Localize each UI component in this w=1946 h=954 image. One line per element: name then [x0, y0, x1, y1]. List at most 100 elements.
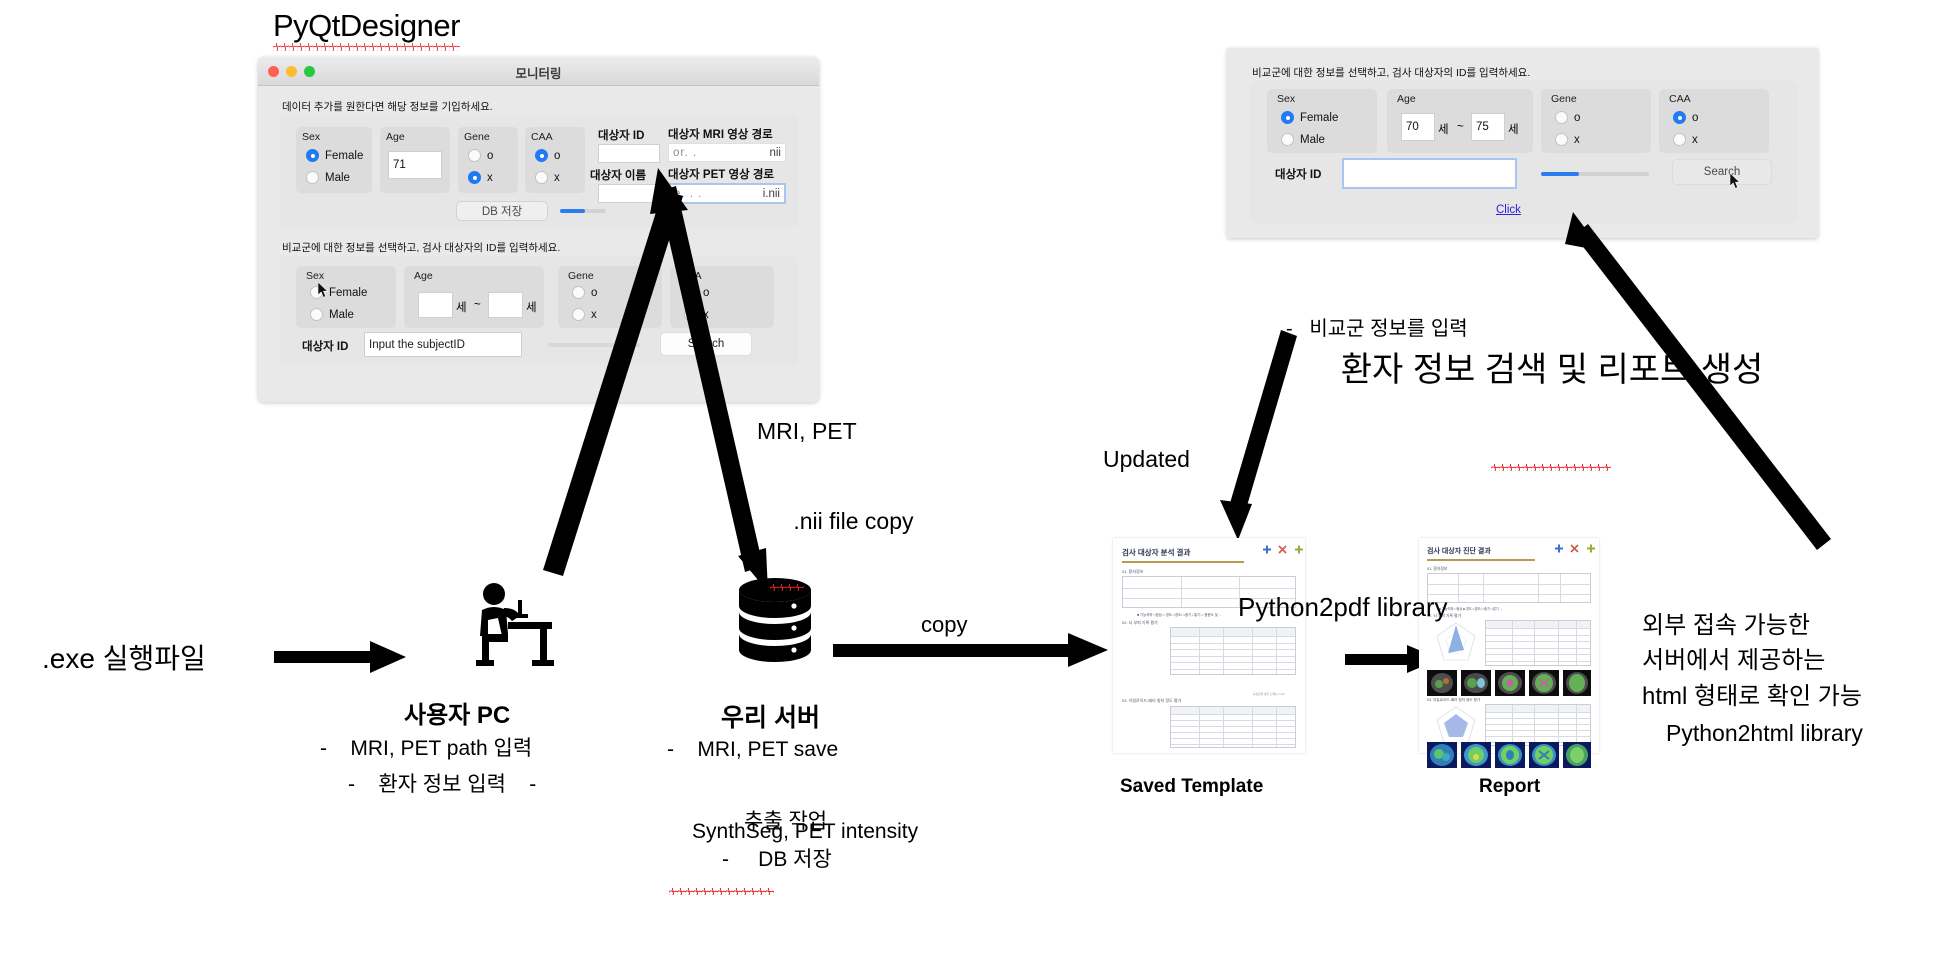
- section1-mri-path-label: 대상자 MRI 영상 경로: [668, 129, 773, 141]
- section2-age-to-input[interactable]: [488, 292, 523, 318]
- section2-gene-o-radio[interactable]: o: [572, 286, 597, 299]
- search-progress-slider[interactable]: [1541, 172, 1649, 176]
- progress-fill: [560, 209, 586, 213]
- arrow-server-to-template: [833, 633, 1108, 667]
- window-titlebar: 모니터링: [258, 57, 819, 86]
- section1-mri-path-input[interactable]: or. . nii: [668, 143, 786, 162]
- report-section-3: 03. 아밀로이드-베타 침착 정도 평가: [1427, 698, 1481, 702]
- search-age-to-input[interactable]: 75: [1471, 113, 1505, 141]
- db-save-label: DB 저장: [481, 206, 523, 218]
- pet-brain-slices: [1427, 742, 1591, 768]
- section1-subject-id-input[interactable]: [598, 144, 660, 163]
- section1-gene-x-radio[interactable]: x: [468, 171, 493, 184]
- radio-icon: [535, 171, 548, 184]
- click-link[interactable]: Click: [1496, 204, 1521, 216]
- search-button[interactable]: Search: [1672, 159, 1772, 185]
- user-pc-line-1: - MRI, PET path 입력: [320, 737, 533, 760]
- section2-caa-o-radio[interactable]: o: [684, 286, 709, 299]
- section2-search-button[interactable]: Search: [660, 332, 752, 356]
- radio-label: Male: [329, 308, 354, 321]
- age-range-separator: ~: [1457, 121, 1464, 133]
- radio-label: x: [703, 308, 709, 321]
- right-section-title-text: 환자 정보 검색 및 리포트 생성: [1340, 351, 1764, 389]
- section2-sex-label: Sex: [306, 270, 325, 282]
- external-note-line-1: 외부 접속 가능한: [1642, 612, 1810, 639]
- section1-age-input[interactable]: 71: [388, 151, 442, 179]
- section1-subject-name-input[interactable]: [598, 184, 660, 203]
- radar-chart-volume: [1436, 622, 1476, 661]
- radio-icon: [1673, 111, 1686, 124]
- section2-caa-label: CAA: [680, 270, 702, 282]
- pet-path-value: e. . .: [674, 187, 703, 200]
- section1-caa-o-radio[interactable]: o: [535, 149, 560, 162]
- radio-icon: [306, 149, 319, 162]
- section2-progress-slider[interactable]: [548, 343, 640, 347]
- section2-age-from-input[interactable]: [418, 292, 453, 318]
- section2-caa-x-radio[interactable]: x: [684, 308, 709, 321]
- title-rule: [1122, 561, 1244, 563]
- search-gene-x-radio[interactable]: x: [1555, 133, 1580, 146]
- progress-fill: [1541, 172, 1579, 176]
- radio-icon: [684, 308, 697, 321]
- right-section-bullet: - 비교군 정보를 입력: [1286, 318, 1468, 340]
- nii-copy-line-1: MRI, PET: [757, 418, 857, 444]
- db-save-button[interactable]: DB 저장: [456, 201, 548, 221]
- search-caa-o-radio[interactable]: o: [1673, 111, 1698, 124]
- radio-icon: [535, 149, 548, 162]
- pyqt-designer-heading: PyQtDesigner: [273, 8, 460, 51]
- server-line-1: - MRI, PET save: [667, 738, 839, 761]
- spellcheck-squiggle-icon: [769, 584, 804, 591]
- search-window-hint: 비교군에 대한 정보를 선택하고, 검사 대상자의 ID를 입력하세요.: [1252, 67, 1531, 79]
- search-window: 비교군에 대한 정보를 선택하고, 검사 대상자의 ID를 입력하세요. Sex…: [1227, 48, 1818, 238]
- spellcheck-squiggle-icon: [668, 888, 774, 895]
- search-sex-group: Sex Female Male: [1267, 89, 1377, 153]
- monitoring-window: 모니터링 데이터 추가를 원한다면 해당 정보를 기입하세요. Sex Fema…: [258, 57, 819, 402]
- age-to-unit: 세: [1508, 124, 1519, 136]
- section1-sex-label: Sex: [302, 131, 321, 143]
- server-line-3: 추출 작업: [744, 810, 828, 833]
- section1-caa-label: CAA: [531, 131, 553, 143]
- section1-sex-female-radio[interactable]: Female: [306, 149, 363, 162]
- section1-sex-male-radio[interactable]: Male: [306, 171, 350, 184]
- search-subject-id-input[interactable]: [1342, 158, 1517, 189]
- pyqt-designer-label: PyQtDesigner: [273, 8, 460, 43]
- age-value: 71: [393, 159, 406, 171]
- saved-template-document[interactable]: 검사 대상자 분석 결과 01. 환자정보 ■ 기능저하 □정상 □ 경도 □경…: [1113, 538, 1305, 753]
- radio-icon: [1555, 111, 1568, 124]
- user-pc-line-2: - 환자 정보 입력 -: [348, 773, 537, 796]
- section1-caa-x-radio[interactable]: x: [535, 171, 560, 184]
- section2-hint: 비교군에 대한 정보를 선택하고, 검사 대상자의 ID를 입력하세요.: [282, 242, 561, 254]
- radio-icon: [306, 171, 319, 184]
- pet-path-suffix: i.nii: [762, 187, 780, 200]
- section1-pet-path-label: 대상자 PET 영상 경로: [668, 169, 775, 181]
- report-document[interactable]: 검사 대상자 진단 결과 01. 환자정보 ■ 기능저하 □정상 ■ 경도 □경…: [1419, 538, 1599, 753]
- radio-icon: [468, 171, 481, 184]
- mouse-cursor-icon: [318, 282, 329, 298]
- search-sex-female-radio[interactable]: Female: [1281, 111, 1338, 124]
- search-caa-group: CAA o x: [1659, 89, 1769, 153]
- doc-decoration-icons: [1555, 544, 1595, 553]
- saved-template-section-3: 03. 아밀로이드-베타 침착 정도 평가: [1122, 698, 1182, 703]
- external-note-line-3: html 형태로 확인 가능: [1642, 683, 1862, 710]
- radio-label: o: [487, 149, 494, 162]
- search-age-from-input[interactable]: 70: [1401, 113, 1435, 141]
- age-from-value: 70: [1406, 121, 1419, 133]
- search-caa-x-radio[interactable]: x: [1673, 133, 1698, 146]
- section2-subject-id-input[interactable]: Input the subjectID: [364, 332, 522, 357]
- radio-label: x: [554, 171, 560, 184]
- radio-icon: [572, 308, 585, 321]
- section1-gene-o-radio[interactable]: o: [468, 149, 493, 162]
- section2-gene-x-radio[interactable]: x: [572, 308, 597, 321]
- radio-label: Male: [1300, 133, 1325, 146]
- section2-sex-male-radio[interactable]: Male: [310, 308, 354, 321]
- amyloid-table: [1485, 704, 1591, 746]
- section1-progress-slider[interactable]: [560, 209, 606, 213]
- section1-subject-name-label: 대상자 이름: [590, 170, 647, 182]
- search-sex-male-radio[interactable]: Male: [1281, 133, 1325, 146]
- section1-pet-path-input[interactable]: e. . . i.nii: [668, 183, 786, 204]
- search-gene-o-radio[interactable]: o: [1555, 111, 1580, 124]
- checkbox-row: ■ 기능저하 □정상 ■ 경도 □경도/ □중기 □말기 ...: [1439, 607, 1503, 611]
- external-note-library: Python2html library: [1666, 720, 1863, 746]
- mri-path-suffix: nii: [769, 146, 781, 159]
- radio-label: o: [703, 286, 710, 299]
